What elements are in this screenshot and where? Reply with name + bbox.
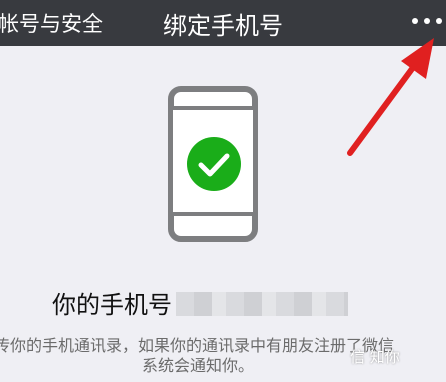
smartphone-icon (168, 86, 258, 242)
phone-number-value (176, 292, 348, 316)
watermark-text: 信 知你 (350, 348, 400, 366)
more-options-button[interactable] (412, 14, 442, 30)
description-line-1: 传你的手机通讯录，如果你的通讯录中有朋友注册了微信 (0, 336, 395, 355)
phone-number-label: 你的手机号 (52, 291, 172, 319)
check-circle-icon (187, 137, 241, 191)
more-dot-icon (412, 18, 418, 24)
navigation-bar: 帐号与安全 绑定手机号 (0, 0, 446, 46)
more-dot-icon (436, 18, 442, 24)
more-dot-icon (424, 18, 430, 24)
page-title: 绑定手机号 (163, 12, 283, 40)
